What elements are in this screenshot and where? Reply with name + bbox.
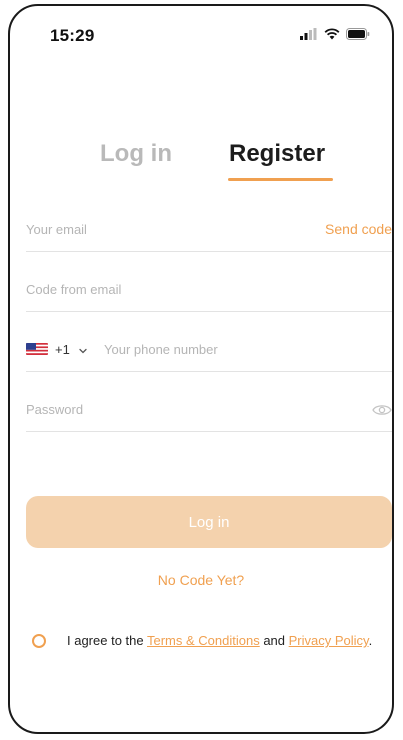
tab-register[interactable]: Register — [229, 140, 325, 168]
us-flag-icon[interactable] — [26, 343, 48, 355]
tab-login[interactable]: Log in — [100, 140, 172, 168]
email-field-row: Send code — [26, 192, 392, 252]
phone-frame: 15:29 Log in Register Your email Send co… — [8, 4, 394, 734]
agreement-text: I agree to the Terms & Conditions and Pr… — [67, 632, 377, 649]
phone-number-input[interactable] — [104, 342, 344, 357]
email-input[interactable] — [26, 222, 306, 237]
eye-icon[interactable] — [372, 403, 392, 417]
chevron-down-icon[interactable] — [78, 346, 88, 356]
status-icons — [300, 28, 370, 40]
password-input[interactable] — [26, 402, 306, 417]
no-code-yet-link[interactable]: No Code Yet? — [10, 572, 392, 588]
country-dial-code[interactable]: +1 — [55, 342, 70, 357]
status-bar: 15:29 — [10, 6, 392, 60]
status-time: 15:29 — [50, 26, 95, 45]
send-code-button[interactable]: Send code — [325, 221, 392, 237]
agreement-prefix: I agree to the — [67, 633, 147, 648]
password-field-row — [26, 372, 392, 432]
signal-icon — [300, 28, 317, 40]
email-code-input[interactable] — [26, 282, 306, 297]
battery-icon — [346, 28, 370, 40]
auth-tabs: Log in Register — [10, 140, 392, 184]
wifi-icon — [324, 28, 340, 40]
privacy-policy-link[interactable]: Privacy Policy — [289, 633, 369, 648]
agreement-suffix: . — [368, 633, 373, 648]
active-tab-indicator — [228, 178, 333, 181]
code-field-row — [26, 252, 392, 312]
login-button[interactable]: Log in — [26, 496, 392, 548]
agree-radio-button[interactable] — [32, 634, 46, 648]
terms-link[interactable]: Terms & Conditions — [147, 633, 260, 648]
phone-field-row: +1 — [26, 312, 392, 372]
agreement-middle: and — [259, 633, 289, 648]
